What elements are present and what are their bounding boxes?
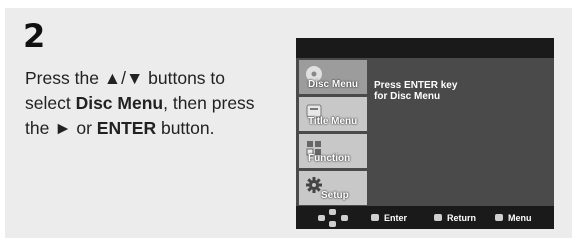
instruction-part: button. [156,118,215,138]
menu-item-disc-menu[interactable]: Disc Menu [299,60,367,94]
step-number: 2 [23,17,46,55]
menu-item-label: Setup [321,190,349,201]
menu-label: Menu [508,212,532,223]
navigation-keys-icon [316,208,350,228]
instruction-text: Press the ▲/▼ buttons to select Disc Men… [25,66,275,141]
menu-item-label: Title Menu [308,116,358,127]
menu-sidebar: Disc Menu Title Menu Function Setup [296,58,370,206]
menu-hint: Menu [495,206,532,229]
menu-key-icon [495,214,503,221]
return-hint: Return [434,206,476,229]
return-key-icon [434,214,442,221]
screen-message: Press ENTER key for Disc Menu [374,80,457,102]
return-label: Return [447,212,476,223]
message-line: for Disc Menu [374,91,441,102]
instruction-bold-disc-menu: Disc Menu [75,93,164,113]
menu-item-title-menu[interactable]: Title Menu [299,97,367,131]
menu-item-label: Function [308,153,351,164]
menu-item-setup[interactable]: Setup [299,171,367,205]
enter-key-icon [371,214,379,221]
screen-bottom-bar: Enter Return Menu [296,206,554,229]
enter-hint: Enter [371,206,407,229]
dvd-screen: Disc Menu Title Menu Function Setup Pres… [296,38,554,229]
enter-label: Enter [384,212,408,223]
menu-item-label: Disc Menu [308,79,359,90]
menu-item-function[interactable]: Function [299,134,367,168]
message-line: Press ENTER key [374,80,458,91]
instruction-bold-enter: ENTER [96,118,157,138]
screen-top-bar [296,38,554,58]
